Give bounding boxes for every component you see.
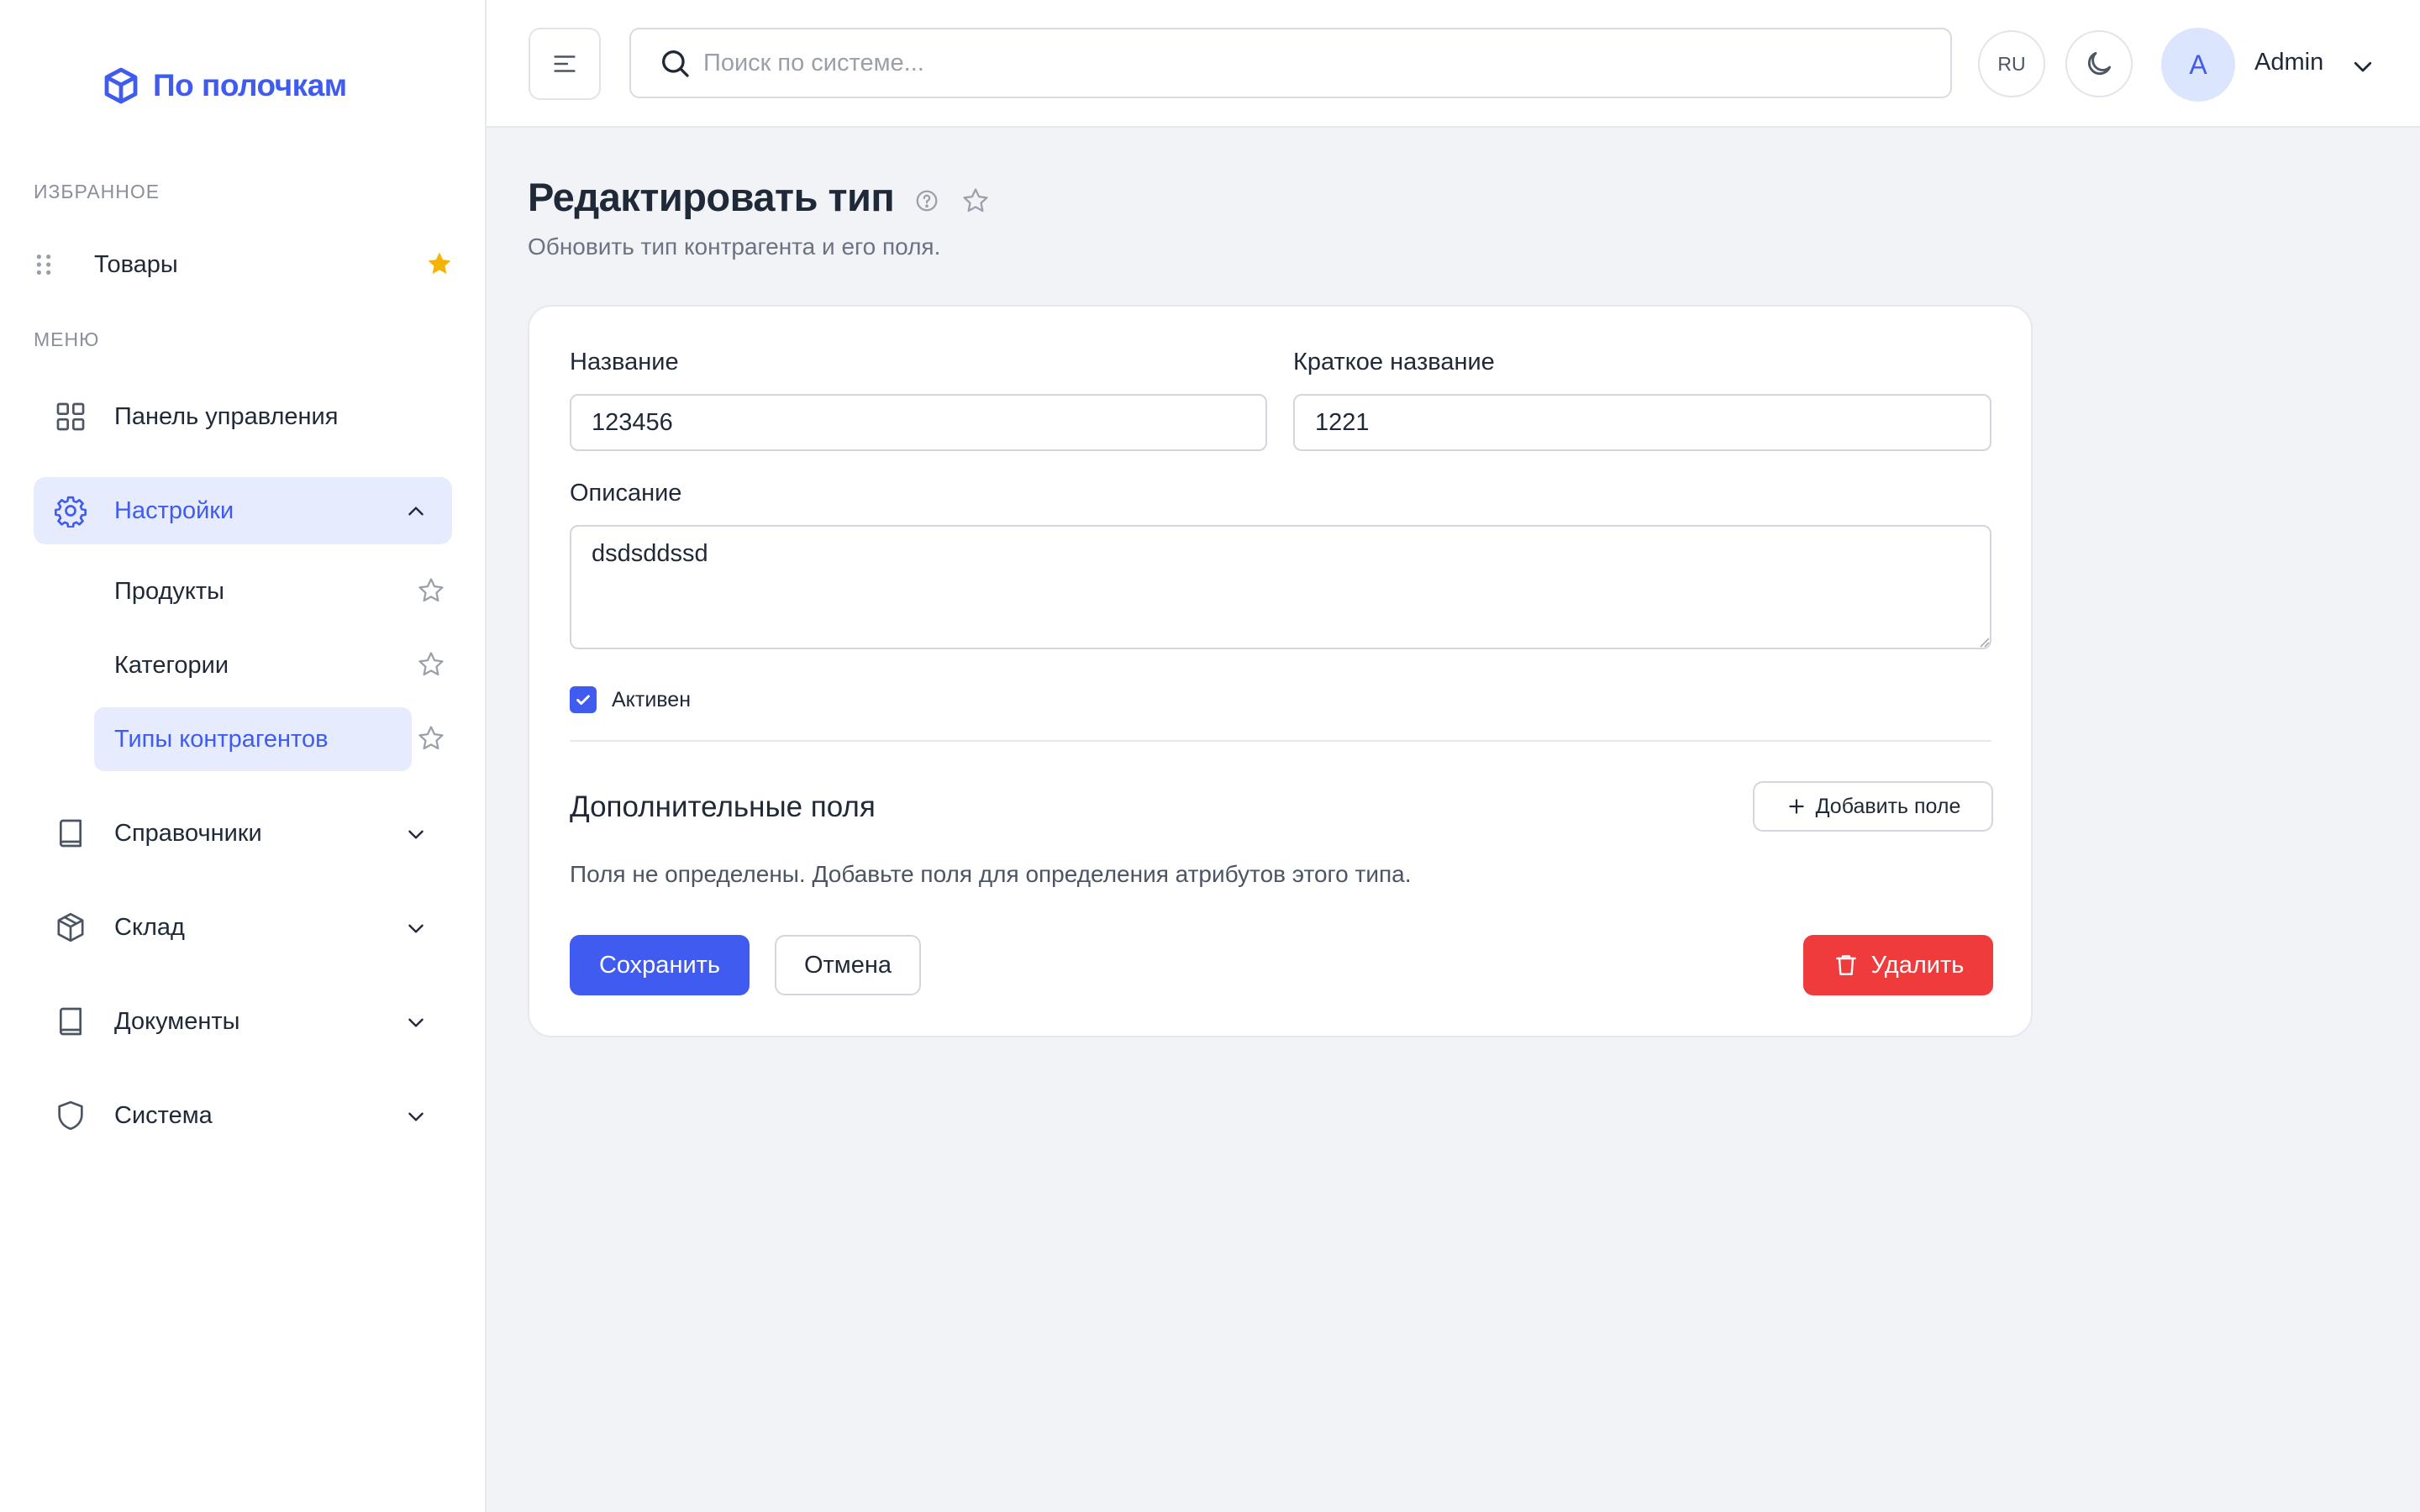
avatar[interactable]: A — [2161, 28, 2235, 102]
sidebar-item-label: Настройки — [114, 496, 234, 524]
name-field-label: Название — [570, 349, 679, 375]
language-switch-button[interactable]: RU — [1978, 30, 2045, 97]
chevron-up-icon — [405, 501, 427, 522]
delete-label: Удалить — [1870, 951, 1965, 979]
page-title: Редактировать тип — [528, 175, 895, 219]
name-field[interactable] — [570, 394, 1267, 451]
chevron-down-icon — [405, 1011, 427, 1033]
plus-icon — [1786, 795, 1807, 817]
active-checkbox-label[interactable]: Активен — [612, 688, 691, 712]
shield-icon — [54, 1099, 87, 1132]
brand-logo[interactable]: По полочкам — [101, 66, 347, 106]
sidebar-toggle-button[interactable] — [529, 28, 601, 100]
short-name-field[interactable] — [1293, 394, 1991, 451]
sidebar-item-settings[interactable]: Настройки — [34, 477, 452, 544]
resize-grip-icon[interactable] — [1976, 634, 1990, 648]
avatar-initial: A — [2189, 49, 2207, 80]
menu-section-label: МЕНЮ — [34, 328, 100, 350]
sidebar-item-label: Система — [114, 1101, 213, 1129]
add-field-label: Добавить поле — [1815, 794, 1961, 818]
sidebar: По полочкам ИЗБРАННОЕ Товары МЕНЮ Панель… — [0, 0, 487, 1512]
sidebar-subitem-counterparty-types[interactable]: Типы контрагентов — [94, 707, 412, 771]
brand-name: По полочкам — [153, 68, 347, 102]
favorite-item-goods[interactable]: Товары — [34, 244, 454, 286]
sidebar-item-references[interactable]: Справочники — [34, 800, 452, 867]
sidebar-item-label: Справочники — [114, 819, 262, 847]
cancel-label: Отмена — [803, 951, 892, 979]
sidebar-item-documents[interactable]: Документы — [34, 988, 452, 1055]
cube-logo-icon — [101, 66, 141, 106]
sidebar-subitem-categories[interactable]: Категории — [94, 633, 412, 697]
description-field[interactable]: dsdsddssd — [570, 525, 1991, 649]
book-icon — [54, 816, 87, 850]
language-label: RU — [1997, 52, 2026, 75]
chevron-down-icon — [405, 917, 427, 939]
add-field-button[interactable]: Добавить поле — [1753, 781, 1993, 832]
star-filled-icon[interactable] — [425, 249, 454, 278]
help-icon[interactable] — [914, 188, 939, 213]
sidebar-subitem-products[interactable]: Продукты — [94, 559, 412, 623]
star-outline-icon[interactable] — [417, 724, 445, 753]
star-outline-icon[interactable] — [961, 186, 990, 215]
chevron-down-icon — [405, 823, 427, 845]
user-name[interactable]: Admin — [2254, 49, 2323, 76]
sidebar-item-system[interactable]: Система — [34, 1082, 452, 1149]
sidebar-item-dashboard[interactable]: Панель управления — [34, 383, 452, 450]
sidebar-subitem-label: Категории — [114, 651, 229, 679]
chevron-down-icon[interactable] — [2350, 54, 2375, 79]
global-search[interactable] — [629, 28, 1952, 98]
short-name-field-label: Краткое название — [1293, 349, 1495, 375]
save-label: Сохранить — [598, 951, 721, 979]
book-icon — [54, 1005, 87, 1038]
sidebar-item-label: Панель управления — [114, 402, 339, 430]
drag-handle-icon[interactable] — [34, 252, 59, 277]
search-icon — [658, 46, 692, 80]
description-field-label: Описание — [570, 480, 682, 507]
sidebar-subitem-label: Продукты — [114, 577, 225, 605]
page-subtitle: Обновить тип контрагента и его поля. — [528, 234, 941, 260]
sidebar-item-label: Документы — [114, 1007, 240, 1035]
chevron-down-icon — [405, 1105, 427, 1127]
sidebar-subitem-label: Типы контрагентов — [114, 725, 329, 753]
grid-icon — [54, 400, 87, 433]
check-icon — [574, 690, 592, 709]
save-button[interactable]: Сохранить — [570, 935, 750, 995]
delete-button[interactable]: Удалить — [1803, 935, 1993, 995]
cancel-button[interactable]: Отмена — [775, 935, 921, 995]
sidebar-item-label: Склад — [114, 913, 185, 941]
sidebar-item-warehouse[interactable]: Склад — [34, 894, 452, 961]
extra-fields-title: Дополнительные поля — [570, 790, 876, 823]
empty-fields-message: Поля не определены. Добавьте поля для оп… — [570, 861, 1412, 887]
favorites-section-label: ИЗБРАННОЕ — [34, 181, 160, 202]
section-divider — [570, 740, 1991, 742]
favorite-item-label: Товары — [94, 250, 178, 278]
search-input[interactable] — [703, 45, 1913, 81]
theme-toggle-button[interactable] — [2065, 30, 2133, 97]
star-outline-icon[interactable] — [417, 650, 445, 679]
menu-icon — [550, 50, 579, 78]
moon-icon — [2083, 48, 2115, 80]
edit-type-form: Название Краткое название Описание dsdsd… — [528, 305, 2033, 1037]
active-checkbox[interactable] — [570, 686, 597, 713]
gear-icon — [54, 494, 87, 528]
trash-icon — [1833, 952, 1860, 979]
top-header: RU A Admin — [487, 0, 2420, 128]
star-outline-icon[interactable] — [417, 576, 445, 605]
box-icon — [54, 911, 87, 944]
